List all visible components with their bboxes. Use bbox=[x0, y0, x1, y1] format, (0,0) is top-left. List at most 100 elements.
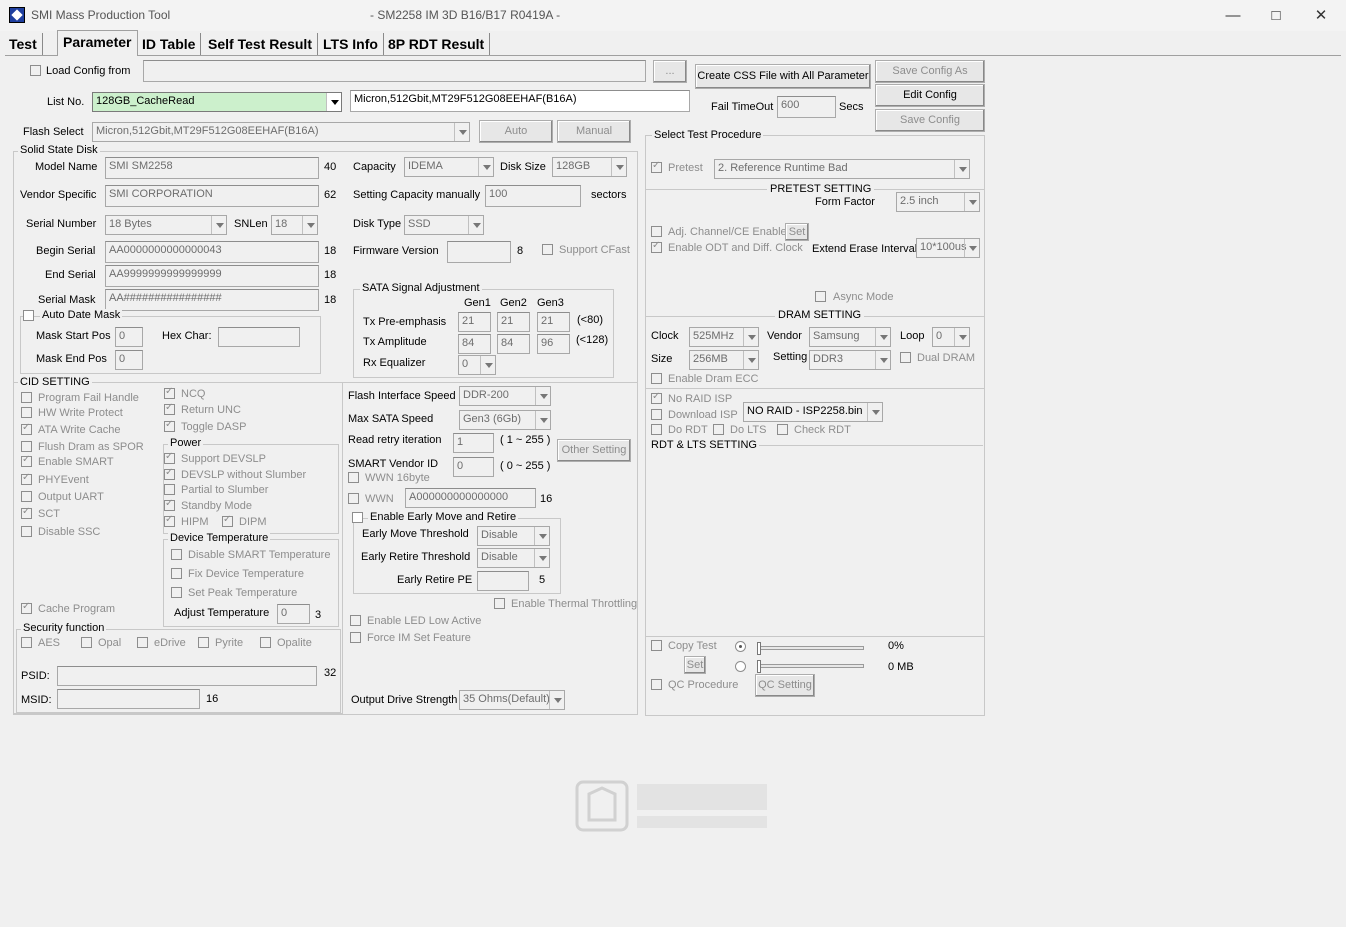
hipm-checkbox[interactable] bbox=[164, 514, 175, 527]
adj-channel-checkbox[interactable] bbox=[651, 226, 662, 237]
snlen-select[interactable]: 18 bbox=[271, 215, 318, 235]
rx-equalizer-select[interactable]: 0 bbox=[458, 355, 496, 375]
setting-select[interactable]: DDR3 bbox=[809, 350, 891, 370]
clock-select[interactable]: 525MHz bbox=[689, 327, 759, 347]
smart-vendor-id-field[interactable]: 0 bbox=[453, 457, 494, 477]
vendor-specific-field[interactable]: SMI CORPORATION bbox=[105, 185, 319, 207]
aes-checkbox[interactable] bbox=[21, 637, 32, 648]
other-setting-button[interactable]: Other Setting bbox=[557, 439, 631, 462]
maximize-icon[interactable]: □ bbox=[1253, 0, 1299, 31]
ncq-checkbox[interactable] bbox=[164, 386, 175, 399]
auto-button[interactable]: Auto bbox=[479, 120, 553, 143]
force-im-checkbox[interactable] bbox=[350, 632, 361, 643]
capacity-select[interactable]: IDEMA bbox=[404, 157, 494, 177]
cid-item-checkbox[interactable] bbox=[21, 392, 32, 403]
flash-interface-speed-select[interactable]: DDR-200 bbox=[459, 386, 551, 406]
minimize-icon[interactable]: — bbox=[1210, 0, 1256, 31]
wwn-field[interactable]: A000000000000000 bbox=[405, 488, 536, 508]
copy-percent-slider-thumb[interactable] bbox=[757, 642, 761, 655]
return-unc-checkbox[interactable] bbox=[164, 402, 175, 415]
serial-mask-field[interactable]: AA################ bbox=[105, 289, 319, 311]
copy-mb-slider-thumb[interactable] bbox=[757, 660, 761, 673]
read-retry-field[interactable]: 1 bbox=[453, 433, 494, 453]
copy-percent-radio[interactable] bbox=[735, 641, 746, 652]
enable-dram-ecc-checkbox[interactable] bbox=[651, 373, 662, 384]
download-isp-checkbox[interactable] bbox=[651, 409, 662, 420]
dipm-checkbox[interactable] bbox=[222, 514, 233, 527]
tab-test[interactable]: Test bbox=[4, 33, 43, 55]
firmware-version-field[interactable] bbox=[447, 241, 511, 263]
tx-pre-gen1-field[interactable]: 21 bbox=[458, 312, 491, 332]
early-retire-pe-field[interactable] bbox=[477, 571, 529, 591]
tx-amp-gen3-field[interactable]: 96 bbox=[537, 334, 570, 354]
early-move-threshold-select[interactable]: Disable bbox=[477, 526, 550, 546]
close-icon[interactable]: ✕ bbox=[1298, 0, 1344, 31]
fail-timeout-field[interactable]: 600 bbox=[777, 96, 836, 118]
browse-button[interactable]: ... bbox=[653, 60, 687, 83]
temp-item-checkbox[interactable] bbox=[171, 587, 182, 598]
copy-mb-slider-track[interactable] bbox=[757, 664, 864, 668]
cid-item-checkbox[interactable] bbox=[21, 526, 32, 537]
form-factor-select[interactable]: 2.5 inch bbox=[896, 192, 980, 212]
isp-select[interactable]: NO RAID - ISP2258.bin bbox=[743, 402, 883, 422]
cid-item-checkbox[interactable] bbox=[21, 472, 32, 485]
qc-setting-button[interactable]: QC Setting bbox=[755, 674, 815, 697]
list-no-select[interactable]: 128GB_CacheRead bbox=[92, 92, 342, 112]
mask-end-pos-field[interactable]: 0 bbox=[115, 350, 143, 370]
setting-capacity-field[interactable]: 100 bbox=[485, 185, 581, 207]
tab-parameter[interactable]: Parameter bbox=[57, 30, 138, 56]
loop-select[interactable]: 0 bbox=[932, 327, 970, 347]
tab-id-table[interactable]: ID Table bbox=[137, 33, 202, 55]
do-rdt-checkbox[interactable] bbox=[651, 424, 662, 435]
cid-item-checkbox[interactable] bbox=[21, 454, 32, 467]
save-config-as-button[interactable]: Save Config As bbox=[875, 60, 985, 83]
disk-size-select[interactable]: 128GB bbox=[552, 157, 627, 177]
wwn-checkbox[interactable] bbox=[348, 493, 359, 504]
power-item-checkbox[interactable] bbox=[164, 467, 175, 480]
cid-item-checkbox[interactable] bbox=[21, 491, 32, 502]
adjust-temperature-field[interactable]: 0 bbox=[277, 604, 310, 624]
begin-serial-field[interactable]: AA0000000000000043 bbox=[105, 241, 319, 263]
auto-date-mask-checkbox[interactable] bbox=[23, 310, 34, 321]
async-mode-checkbox[interactable] bbox=[815, 291, 826, 302]
disk-type-select[interactable]: SSD bbox=[404, 215, 484, 235]
tab-self-test-result[interactable]: Self Test Result bbox=[203, 33, 318, 55]
power-item-checkbox[interactable] bbox=[164, 484, 175, 495]
model-name-field[interactable]: SMI SM2258 bbox=[105, 157, 319, 179]
cache-program-checkbox[interactable] bbox=[21, 601, 32, 614]
config-path-field[interactable] bbox=[143, 60, 646, 82]
power-item-checkbox[interactable] bbox=[164, 451, 175, 464]
copy-test-set-button[interactable]: Set bbox=[684, 656, 706, 674]
temp-item-checkbox[interactable] bbox=[171, 549, 182, 560]
no-raid-isp-checkbox[interactable] bbox=[651, 391, 662, 404]
load-config-checkbox[interactable] bbox=[30, 65, 41, 76]
size-select[interactable]: 256MB bbox=[689, 350, 759, 370]
support-cfast-checkbox[interactable] bbox=[542, 244, 553, 255]
cid-item-checkbox[interactable] bbox=[21, 407, 32, 418]
toggle-dasp-checkbox[interactable] bbox=[164, 419, 175, 432]
led-low-active-checkbox[interactable] bbox=[350, 615, 361, 626]
copy-percent-slider-track[interactable] bbox=[757, 646, 864, 650]
qc-procedure-checkbox[interactable] bbox=[651, 679, 662, 690]
cid-item-checkbox[interactable] bbox=[21, 441, 32, 452]
output-drive-strength-select[interactable]: 35 Ohms(Default) bbox=[459, 690, 565, 710]
max-sata-speed-select[interactable]: Gen3 (6Gb) bbox=[459, 410, 551, 430]
temp-item-checkbox[interactable] bbox=[171, 568, 182, 579]
early-retire-threshold-select[interactable]: Disable bbox=[477, 548, 550, 568]
flash-select[interactable]: Micron,512Gbit,MT29F512G08EEHAF(B16A) bbox=[92, 122, 470, 142]
tab-8p-rdt-result[interactable]: 8P RDT Result bbox=[383, 33, 491, 55]
tx-amp-gen1-field[interactable]: 84 bbox=[458, 334, 491, 354]
opal-checkbox[interactable] bbox=[81, 637, 92, 648]
adj-channel-set-button[interactable]: Set bbox=[785, 223, 809, 241]
psid-field[interactable] bbox=[57, 666, 317, 686]
edit-config-button[interactable]: Edit Config bbox=[875, 84, 985, 107]
end-serial-field[interactable]: AA9999999999999999 bbox=[105, 265, 319, 287]
hex-char-field[interactable] bbox=[218, 327, 300, 347]
opalite-checkbox[interactable] bbox=[260, 637, 271, 648]
mask-start-pos-field[interactable]: 0 bbox=[115, 327, 143, 347]
wwn-16byte-checkbox[interactable] bbox=[348, 472, 359, 483]
procedure-select[interactable]: 2. Reference Runtime Bad bbox=[714, 159, 970, 179]
serial-number-select[interactable]: 18 Bytes bbox=[105, 215, 227, 235]
pyrite-checkbox[interactable] bbox=[198, 637, 209, 648]
tx-pre-gen3-field[interactable]: 21 bbox=[537, 312, 570, 332]
